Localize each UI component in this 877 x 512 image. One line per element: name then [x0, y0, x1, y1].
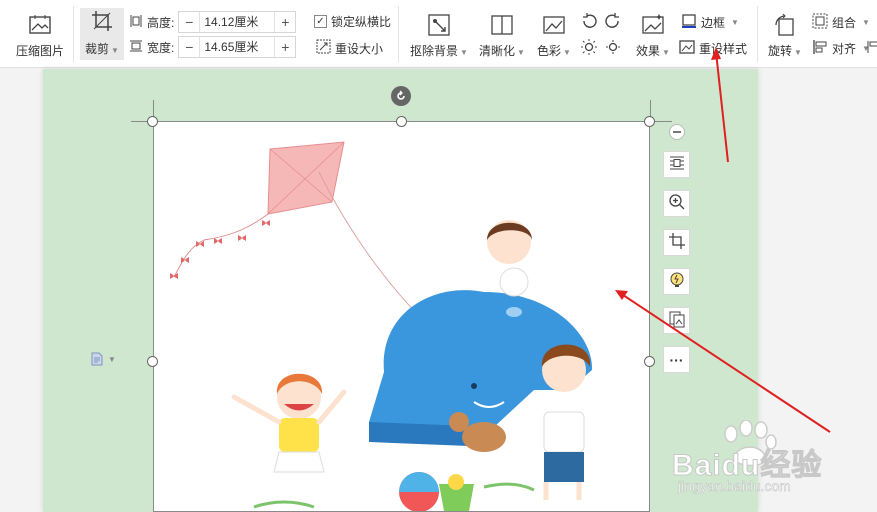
arrow-to-border-button	[715, 51, 729, 163]
arrow-head	[711, 47, 721, 60]
watermark-url: jingyan.baidu.com	[678, 478, 791, 495]
baidu-watermark: Baidu经验 jingyan.baidu.com	[671, 420, 872, 510]
arrow-to-picture	[622, 294, 831, 433]
arrow-head	[615, 290, 628, 300]
